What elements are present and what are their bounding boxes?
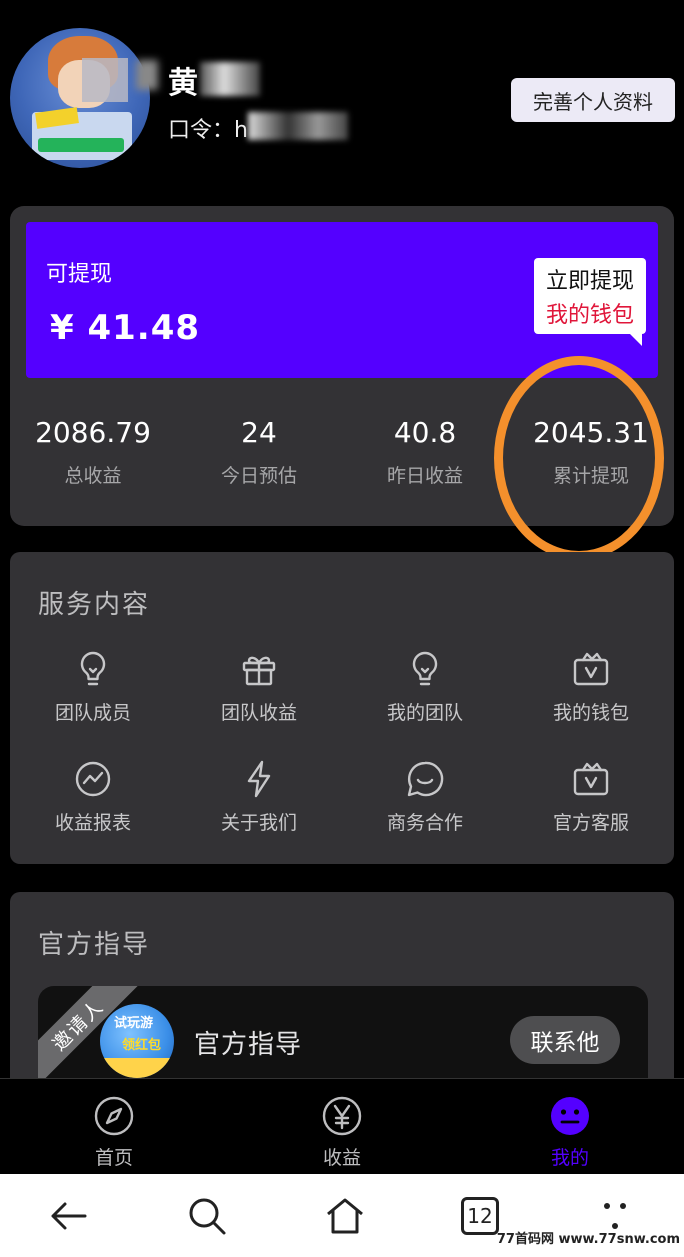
browser-nav-bar: 12 77首码网 www.77snw.com (0, 1174, 684, 1257)
stat-today-estimate[interactable]: 24 今日预估 (176, 416, 342, 488)
services-title: 服务内容 (38, 590, 151, 620)
withdraw-banner[interactable]: 可提现 ¥ 41.48 立即提现 我的钱包 (26, 222, 658, 378)
tab-label: 首页 (94, 1147, 133, 1169)
inviter-row[interactable]: 邀请人 试玩游 领红包 官方指导 联系他 (38, 986, 648, 1092)
wallet-icon (573, 652, 609, 686)
service-my-wallet[interactable]: 我的钱包 (508, 648, 674, 736)
compass-icon (94, 1096, 134, 1136)
tab-home[interactable]: 首页 (0, 1079, 228, 1174)
service-label: 官方客服 (552, 812, 629, 834)
service-label: 我的钱包 (552, 702, 629, 724)
avatar[interactable] (10, 28, 150, 168)
redaction-blur (248, 112, 348, 140)
withdraw-now-text: 立即提现 (545, 269, 634, 294)
tab-label: 我的 (550, 1147, 589, 1169)
lightbulb-icon (80, 651, 106, 686)
service-earnings-report[interactable]: 收益报表 (10, 758, 176, 846)
service-label: 我的团队 (386, 702, 463, 724)
withdraw-now-bubble[interactable]: 立即提现 我的钱包 (534, 258, 646, 346)
services-card: 服务内容 团队成员 团队收益 我的团队 我的钱包 收益报表 关于我们 商务合作 (10, 552, 674, 864)
tab-label: 收益 (322, 1147, 361, 1169)
site-watermark: 77首码网 www.77snw.com (496, 1232, 680, 1247)
stat-label: 昨日收益 (386, 465, 463, 487)
service-team-members[interactable]: 团队成员 (10, 648, 176, 736)
service-team-earnings[interactable]: 团队收益 (176, 648, 342, 736)
gift-icon (242, 656, 276, 686)
smiley-icon (551, 1097, 589, 1135)
lightning-icon (247, 760, 271, 798)
promo-text: 领红包 (122, 1038, 162, 1053)
guide-card: 官方指导 邀请人 试玩游 领红包 官方指导 联系他 (10, 892, 674, 1092)
chart-circle-icon (75, 761, 111, 797)
tab-count-button[interactable]: 12 (461, 1196, 499, 1235)
stat-label: 今日预估 (220, 465, 297, 487)
user-name: 黄 (168, 66, 199, 101)
chat-bubble-icon (407, 761, 444, 797)
stat-value: 40.8 (393, 416, 457, 449)
redaction-blur (200, 62, 260, 96)
service-label: 收益报表 (54, 812, 131, 834)
stat-value: 2086.79 (35, 416, 151, 449)
contact-button[interactable]: 联系他 (510, 1016, 620, 1064)
service-label: 商务合作 (386, 812, 463, 834)
redaction-blur (136, 60, 158, 90)
stat-total-earnings[interactable]: 2086.79 总收益 (10, 416, 176, 488)
edit-profile-button[interactable]: 完善个人资料 (511, 78, 675, 122)
back-arrow-icon[interactable] (47, 1194, 91, 1238)
services-grid: 团队成员 团队收益 我的团队 我的钱包 收益报表 关于我们 商务合作 官方客服 (10, 648, 674, 846)
yen-circle-icon (322, 1096, 362, 1136)
stat-yesterday-earnings[interactable]: 40.8 昨日收益 (342, 416, 508, 488)
stat-label: 总收益 (64, 465, 122, 487)
service-about-us[interactable]: 关于我们 (176, 758, 342, 846)
service-label: 团队成员 (54, 702, 131, 724)
my-wallet-text: 我的钱包 (545, 303, 634, 328)
tab-mine[interactable]: 我的 (456, 1079, 684, 1174)
stat-value: 24 (241, 416, 277, 449)
bottom-tab-bar: 首页 收益 我的 (0, 1078, 684, 1174)
promo-avatar: 试玩游 领红包 (100, 1004, 174, 1078)
service-label: 关于我们 (220, 812, 297, 834)
service-customer-support[interactable]: 官方客服 (508, 758, 674, 846)
search-icon[interactable] (185, 1194, 229, 1238)
guide-title: 官方指导 (38, 930, 151, 960)
tab-earnings[interactable]: 收益 (228, 1079, 456, 1174)
lightbulb-icon (412, 651, 438, 686)
wallet-icon (573, 762, 609, 796)
highlight-circle (494, 356, 664, 560)
home-icon[interactable] (323, 1194, 367, 1238)
invite-code: 口令：h (168, 118, 248, 143)
service-business-cooperation[interactable]: 商务合作 (342, 758, 508, 846)
profile-header: 黄 口令：h 完善个人资料 (0, 0, 684, 200)
promo-text: 试玩游 (114, 1016, 154, 1031)
withdrawable-amount: ¥ 41.48 (50, 308, 201, 348)
service-label: 团队收益 (220, 702, 297, 724)
guide-label: 官方指导 (194, 1030, 303, 1060)
withdrawable-label: 可提现 (46, 262, 113, 287)
service-my-team[interactable]: 我的团队 (342, 648, 508, 736)
